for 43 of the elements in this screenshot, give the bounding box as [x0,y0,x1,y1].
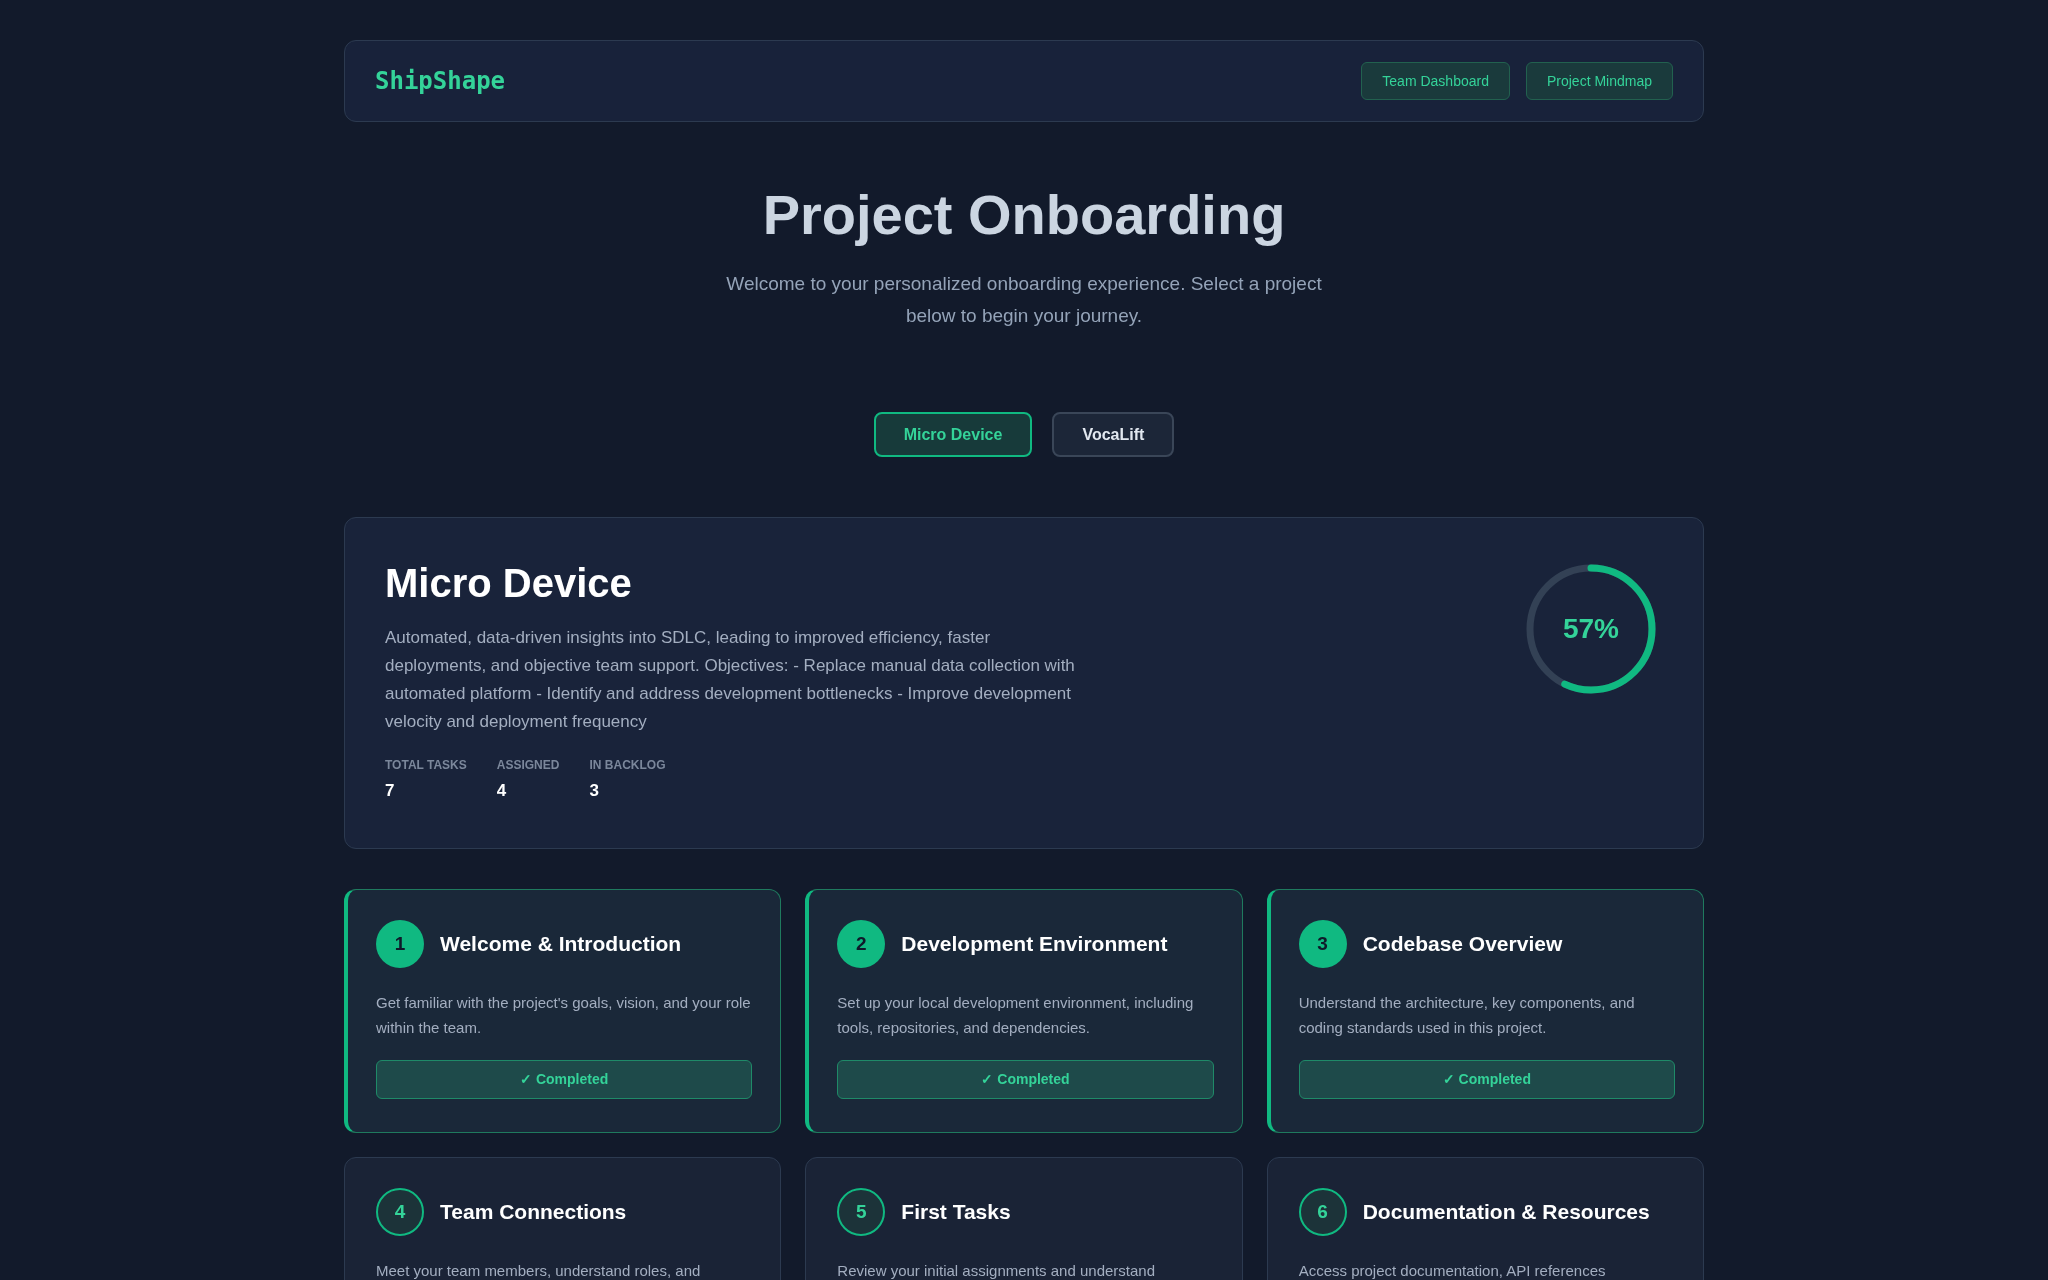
nav-button[interactable]: Project Mindmap [1525,62,1673,100]
stat-value: 3 [589,780,600,802]
nav-button[interactable]: Team Dashboard [1361,62,1510,100]
progress-reading: 57% [1561,612,1620,646]
step-description: Understand the architecture, key components, and coding standards used in this project. [1298,993,1636,1038]
step-title: Development Environment [901,931,1168,958]
step-number: 6 [1298,1188,1347,1236]
completed-button[interactable]: ✓ Completed [1298,1060,1675,1099]
step-description: Set up your local development environment, including tools, repositories, and dependencies. [837,993,1195,1038]
page-subtitle: Welcome to your personalized onboarding experience. Select a project below to begin your journey. [725,272,1323,328]
step-title: First Tasks [901,1199,1011,1226]
step-number: 1 [376,920,424,968]
step-title: Codebase Overview [1362,931,1563,958]
step-card[interactable]: 2 Development Environment Set up your local development environment, including tools, repositories, and dependencies. ✓ Completed [805,889,1243,1133]
step-description: Review your initial assignments and understand [837,1261,1156,1280]
step-number: 4 [376,1188,424,1236]
step-card[interactable]: 3 Codebase Overview Understand the architecture, key components, and coding standards used in this project. ✓ Completed [1266,889,1704,1133]
project-tab[interactable]: VocaLift [1052,412,1175,457]
step-number: 5 [837,1188,886,1236]
step-card[interactable]: 5 First Tasks Review your initial assignments and understand [805,1157,1243,1280]
project-tab[interactable]: Micro Device [873,412,1033,457]
project-title: Micro Device [385,560,633,607]
completed-button[interactable]: ✓ Completed [376,1060,753,1099]
stat-label: TOTAL TASKS [385,757,467,774]
stat-label: IN BACKLOG [589,757,666,774]
step-description: Meet your team members, understand roles, and [376,1261,702,1280]
step-number: 2 [837,920,886,968]
completed-button[interactable]: ✓ Completed [837,1060,1214,1099]
step-card[interactable]: 6 Documentation & Resources Access project documentation, API references [1266,1157,1704,1280]
project-description: Automated, data-driven insights into SDLC, leading to improved efficiency, faster deployments, and objective team support. Objectives: - Replace manual data collection with automated platform - Identify and address development bottlenecks - Improve development velocity and deployment frequency [385,627,1076,733]
brand-logo[interactable]: ShipShape [375,63,506,99]
page-title: Project Onboarding [761,182,1287,248]
step-description: Get familiar with the project's goals, vision, and your role within the team. [376,993,752,1038]
stat-label: ASSIGNED [496,757,560,774]
step-card[interactable]: 4 Team Connections Meet your team members, understand roles, and [344,1157,782,1280]
stat-value: 7 [385,780,396,802]
step-card[interactable]: 1 Welcome & Introduction Get familiar with the project's goals, vision, and your role within the team. ✓ Completed [344,889,782,1133]
step-title: Team Connections [440,1199,627,1226]
stat-value: 4 [496,780,508,802]
step-title: Documentation & Resources [1362,1199,1650,1226]
step-title: Welcome & Introduction [440,931,682,958]
step-number: 3 [1298,920,1347,968]
step-description: Access project documentation, API references [1298,1261,1607,1280]
